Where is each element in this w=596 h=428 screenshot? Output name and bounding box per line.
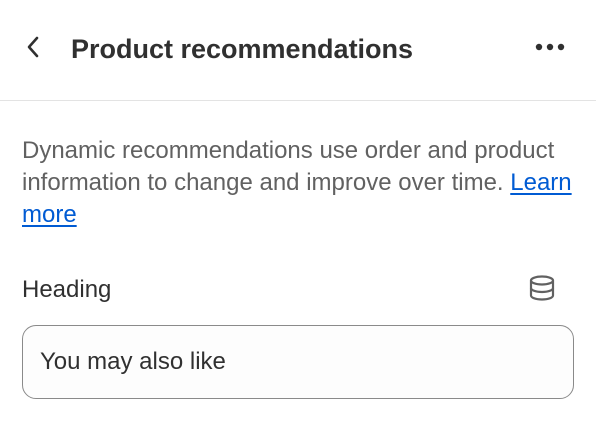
back-button[interactable] (14, 30, 52, 68)
page-title: Product recommendations (71, 34, 414, 64)
database-icon (528, 274, 556, 307)
heading-input[interactable] (22, 325, 574, 399)
panel-header: Product recommendations (0, 0, 596, 101)
settings-panel: Product recommendations Dynamic recommen… (0, 0, 596, 428)
description-text: Dynamic recommendations use order and pr… (22, 137, 555, 196)
connect-dynamic-source-button[interactable] (522, 272, 562, 308)
chevron-left-icon (25, 35, 41, 64)
heading-field-label: Heading (22, 276, 112, 303)
more-horizontal-icon (534, 39, 566, 57)
more-actions-button[interactable] (528, 30, 572, 66)
section-description: Dynamic recommendations use order and pr… (22, 135, 582, 231)
